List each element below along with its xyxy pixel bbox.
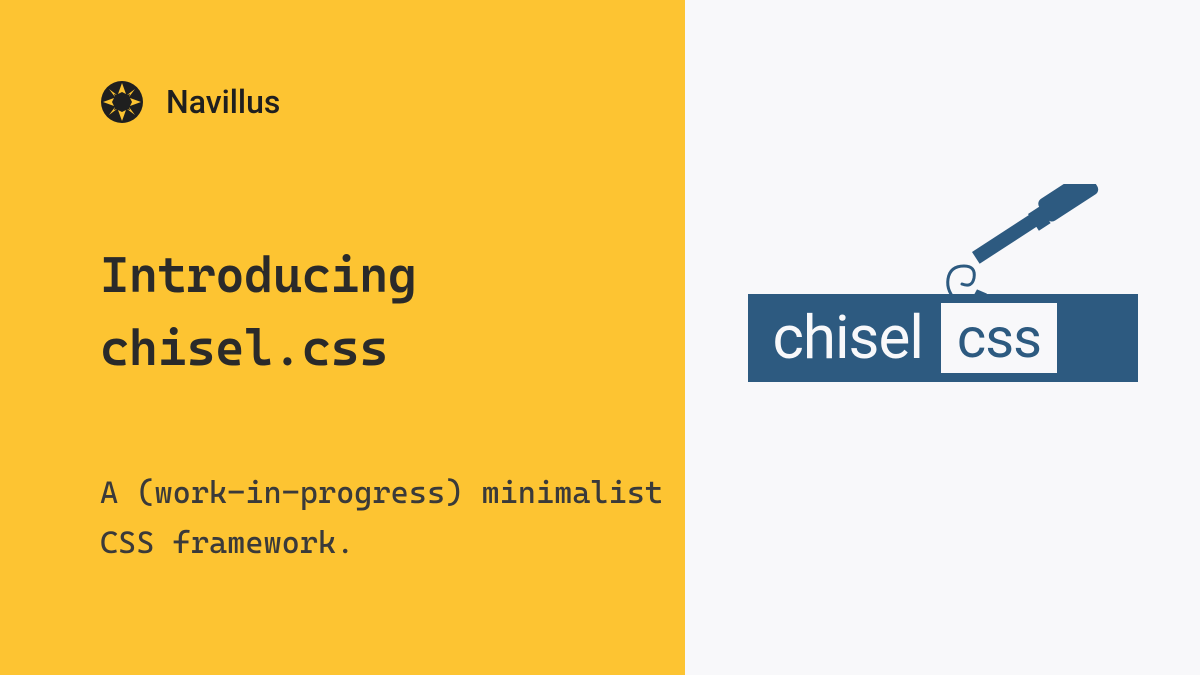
page-headline: Introducing chisel.css bbox=[100, 239, 685, 384]
right-logo-panel: chisel css bbox=[685, 0, 1200, 675]
brand-block: Navillus bbox=[100, 80, 685, 124]
left-content-panel: Navillus Introducing chisel.css A (work-… bbox=[0, 0, 685, 675]
compass-arrows-icon bbox=[100, 80, 144, 124]
logo-text-css: css bbox=[941, 303, 1057, 373]
chisel-logo: chisel css bbox=[748, 294, 1138, 382]
page-subtitle: A (work-in-progress) minimalist CSS fram… bbox=[100, 469, 685, 568]
logo-bar: chisel css bbox=[748, 294, 1138, 382]
logo-text-chisel: chisel bbox=[751, 302, 941, 373]
brand-name: Navillus bbox=[166, 83, 280, 121]
